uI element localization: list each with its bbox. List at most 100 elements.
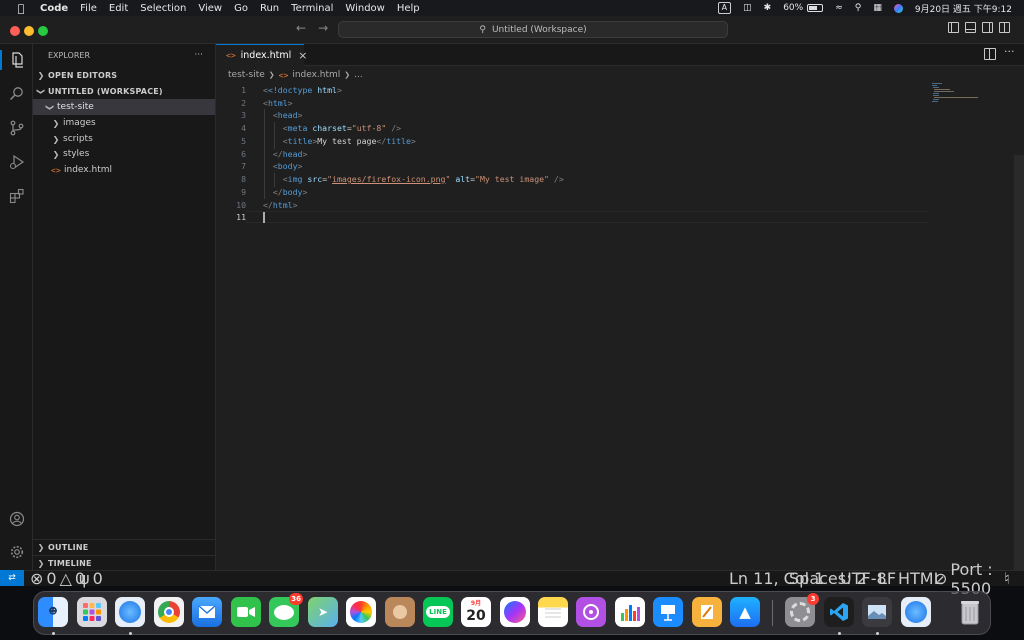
screen-mirror-icon[interactable]: ◫ bbox=[743, 3, 752, 13]
source-control-icon[interactable] bbox=[7, 118, 27, 138]
minimap[interactable] bbox=[928, 82, 1014, 112]
menu-window[interactable]: Window bbox=[345, 3, 384, 14]
command-center[interactable]: ⚲ Untitled (Workspace) bbox=[338, 21, 728, 38]
explorer-icon[interactable] bbox=[7, 50, 27, 70]
tree-item-styles[interactable]: ❯ styles bbox=[33, 146, 215, 162]
html-file-icon: <> bbox=[278, 70, 289, 80]
search-icon[interactable] bbox=[7, 84, 27, 104]
mail-icon[interactable] bbox=[192, 597, 222, 627]
maps-icon[interactable]: ➤ bbox=[308, 597, 338, 627]
gear-icon[interactable] bbox=[7, 542, 27, 562]
outline-section[interactable]: ❯ OUTLINE bbox=[33, 539, 215, 555]
app-menu[interactable]: Code bbox=[40, 3, 68, 14]
tree-item-test-site[interactable]: ❯ test-site bbox=[33, 99, 215, 115]
extensions-icon[interactable] bbox=[7, 186, 27, 206]
facetime-icon[interactable] bbox=[231, 597, 261, 627]
search-icon: ⚲ bbox=[479, 24, 486, 35]
line-app-icon[interactable]: LINE bbox=[423, 597, 453, 627]
more-actions-icon[interactable]: ··· bbox=[1004, 45, 1015, 58]
problems-indicator[interactable]: ⊗ 0 △ 0 bbox=[30, 569, 85, 588]
notifications-bell-icon[interactable]: ♮ bbox=[1004, 569, 1010, 588]
back-arrow-icon[interactable]: ← bbox=[296, 21, 306, 35]
messages-icon[interactable]: 36 bbox=[269, 593, 303, 627]
open-editors-section[interactable]: ❯ OPEN EDITORS bbox=[33, 67, 215, 83]
breadcrumb-symbols[interactable]: ... bbox=[354, 70, 363, 80]
tree-item-scripts[interactable]: ❯ scripts bbox=[33, 131, 215, 147]
zoom-window-button[interactable] bbox=[38, 26, 48, 36]
calendar-month: 9月 bbox=[470, 600, 482, 607]
toggle-secondary-sidebar-icon[interactable] bbox=[982, 22, 993, 33]
menu-view[interactable]: View bbox=[198, 3, 222, 14]
menu-edit[interactable]: Edit bbox=[109, 3, 128, 14]
error-icon: ⊗ bbox=[30, 569, 44, 588]
split-editor-icon[interactable] bbox=[984, 48, 996, 60]
tab-index-html[interactable]: <> index.html × bbox=[216, 44, 308, 66]
numbers-icon[interactable] bbox=[615, 597, 645, 627]
navigation-arrows: ← → bbox=[296, 21, 328, 35]
menu-file[interactable]: File bbox=[80, 3, 97, 14]
keynote-icon[interactable] bbox=[653, 597, 683, 627]
battery-icon[interactable] bbox=[807, 4, 824, 12]
explorer-header: EXPLORER ··· bbox=[33, 47, 215, 63]
chevron-right-icon: ❯ bbox=[37, 70, 45, 80]
app-store-icon[interactable]: ▲ bbox=[730, 597, 760, 627]
control-center-icon[interactable]: ▦ bbox=[873, 3, 882, 13]
photos-icon[interactable] bbox=[346, 597, 376, 627]
tree-item-index-html[interactable]: <> index.html bbox=[33, 162, 215, 178]
pages-icon[interactable] bbox=[692, 597, 722, 627]
launchpad-icon[interactable] bbox=[77, 597, 107, 627]
run-and-debug-icon[interactable] bbox=[7, 152, 27, 172]
eol-setting[interactable]: LF bbox=[878, 569, 896, 588]
messenger-icon[interactable] bbox=[500, 597, 530, 627]
tree-item-images[interactable]: ❯ images bbox=[33, 115, 215, 131]
close-icon[interactable]: × bbox=[298, 49, 307, 62]
battery-percent[interactable]: 60% bbox=[783, 3, 803, 13]
customize-layout-icon[interactable] bbox=[999, 22, 1010, 33]
accounts-icon[interactable] bbox=[7, 509, 27, 529]
safari-icon[interactable] bbox=[115, 597, 145, 627]
close-window-button[interactable] bbox=[10, 26, 20, 36]
minimize-window-button[interactable] bbox=[24, 26, 34, 36]
contacts-icon[interactable] bbox=[385, 597, 415, 627]
clock-datetime[interactable]: 9月20日 週五 下午9:12 bbox=[915, 2, 1012, 15]
spotlight-search-icon[interactable]: ⚲ bbox=[855, 3, 862, 13]
active-indicator bbox=[0, 50, 2, 70]
scrollbar-thumb[interactable] bbox=[1014, 155, 1024, 570]
toggle-primary-sidebar-icon[interactable] bbox=[948, 22, 959, 33]
siri-icon[interactable] bbox=[893, 3, 903, 13]
chrome-icon[interactable] bbox=[154, 597, 184, 627]
code-line: <head> bbox=[272, 110, 303, 120]
safari-window-icon[interactable] bbox=[901, 597, 931, 627]
menu-terminal[interactable]: Terminal bbox=[291, 3, 333, 14]
podcasts-icon[interactable] bbox=[576, 597, 606, 627]
bluetooth-icon[interactable]: ✱ bbox=[764, 3, 772, 13]
live-server-port[interactable]: ⊘ Port : 5500 bbox=[934, 560, 1024, 598]
breadcrumb: test-site ❯ <> index.html ❯ ... bbox=[228, 68, 363, 82]
more-actions-icon[interactable]: ··· bbox=[194, 50, 203, 60]
apple-icon[interactable]:  bbox=[12, 2, 30, 15]
finder-icon[interactable]: ☻ bbox=[38, 597, 68, 627]
system-settings-icon[interactable]: 3 bbox=[785, 593, 819, 627]
menu-go[interactable]: Go bbox=[234, 3, 248, 14]
breadcrumb-file[interactable]: index.html bbox=[292, 70, 340, 80]
menu-help[interactable]: Help bbox=[397, 3, 420, 14]
vscode-icon[interactable] bbox=[824, 597, 854, 627]
remote-indicator[interactable]: ⇄ bbox=[0, 570, 24, 586]
line-number: 9 bbox=[241, 187, 246, 197]
line-number: 6 bbox=[241, 149, 246, 159]
menu-selection[interactable]: Selection bbox=[140, 3, 186, 14]
code-line: <meta charset="utf-8" /> bbox=[282, 123, 402, 133]
input-source-indicator[interactable]: A bbox=[717, 2, 732, 14]
breadcrumb-folder[interactable]: test-site bbox=[228, 70, 265, 80]
wifi-icon[interactable]: ≈ bbox=[835, 3, 843, 13]
toggle-panel-icon[interactable] bbox=[965, 22, 976, 33]
menu-run[interactable]: Run bbox=[260, 3, 279, 14]
ports-indicator[interactable]: ψ0 bbox=[79, 569, 103, 588]
workspace-section[interactable]: ❯ UNTITLED (WORKSPACE) bbox=[33, 83, 215, 99]
calendar-icon[interactable]: 9月 20 bbox=[461, 597, 491, 627]
notes-icon[interactable] bbox=[538, 597, 568, 627]
chevron-right-icon: ❯ bbox=[37, 542, 45, 552]
forward-arrow-icon[interactable]: → bbox=[318, 21, 328, 35]
preview-icon[interactable] bbox=[862, 597, 892, 627]
trash-icon[interactable] bbox=[955, 597, 985, 627]
